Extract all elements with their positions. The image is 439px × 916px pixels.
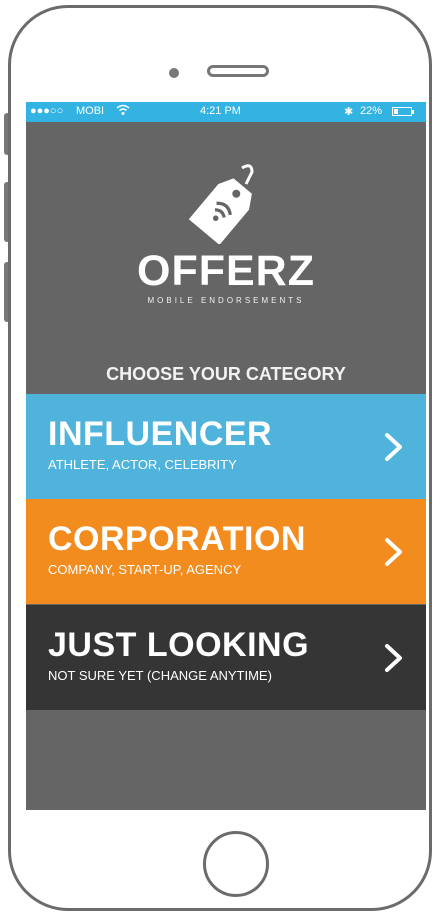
category-title: INFLUENCER bbox=[48, 415, 273, 453]
status-time: 4:21 PM bbox=[200, 105, 241, 117]
bluetooth-icon: ✱ bbox=[344, 106, 354, 118]
battery-percentage: 22% bbox=[360, 105, 383, 117]
signal-strength: ●●●○○ bbox=[30, 105, 64, 117]
category-subtitle: COMPANY, START-UP, AGENCY bbox=[48, 562, 242, 577]
category-just-looking-button[interactable]: JUST LOOKING NOT SURE YET (CHANGE ANYTIM… bbox=[26, 605, 426, 710]
status-bar: ●●●○○ MOBI 4:21 PM ✱ 22% bbox=[26, 102, 426, 122]
battery-icon bbox=[392, 107, 414, 116]
category-title: JUST LOOKING bbox=[48, 626, 310, 664]
chevron-right-icon bbox=[385, 433, 402, 461]
chevron-right-icon bbox=[385, 538, 402, 566]
brand-logo: OFFERZ MOBILE ENDORSEMENTS bbox=[26, 162, 426, 305]
carrier-name: MOBI bbox=[76, 105, 105, 117]
front-camera bbox=[169, 68, 179, 78]
home-button[interactable] bbox=[203, 831, 269, 897]
chevron-right-icon bbox=[385, 644, 402, 672]
category-corporation-button[interactable]: CORPORATION COMPANY, START-UP, AGENCY bbox=[26, 499, 426, 604]
category-influencer-button[interactable]: INFLUENCER ATHLETE, ACTOR, CELEBRITY bbox=[26, 394, 426, 499]
category-subtitle: ATHLETE, ACTOR, CELEBRITY bbox=[48, 457, 237, 472]
app-screen: ●●●○○ MOBI 4:21 PM ✱ 22% OFFERZ MOBILE E… bbox=[26, 102, 426, 810]
tag-signal-icon bbox=[188, 164, 254, 244]
category-heading: CHOOSE YOUR CATEGORY bbox=[106, 364, 346, 384]
wifi-icon bbox=[116, 104, 130, 119]
app-name: OFFERZ bbox=[137, 247, 315, 295]
app-tagline: MOBILE ENDORSEMENTS bbox=[147, 296, 305, 305]
category-title: CORPORATION bbox=[48, 520, 306, 558]
category-subtitle: NOT SURE YET (CHANGE ANYTIME) bbox=[48, 668, 272, 683]
earpiece-speaker bbox=[207, 65, 269, 77]
